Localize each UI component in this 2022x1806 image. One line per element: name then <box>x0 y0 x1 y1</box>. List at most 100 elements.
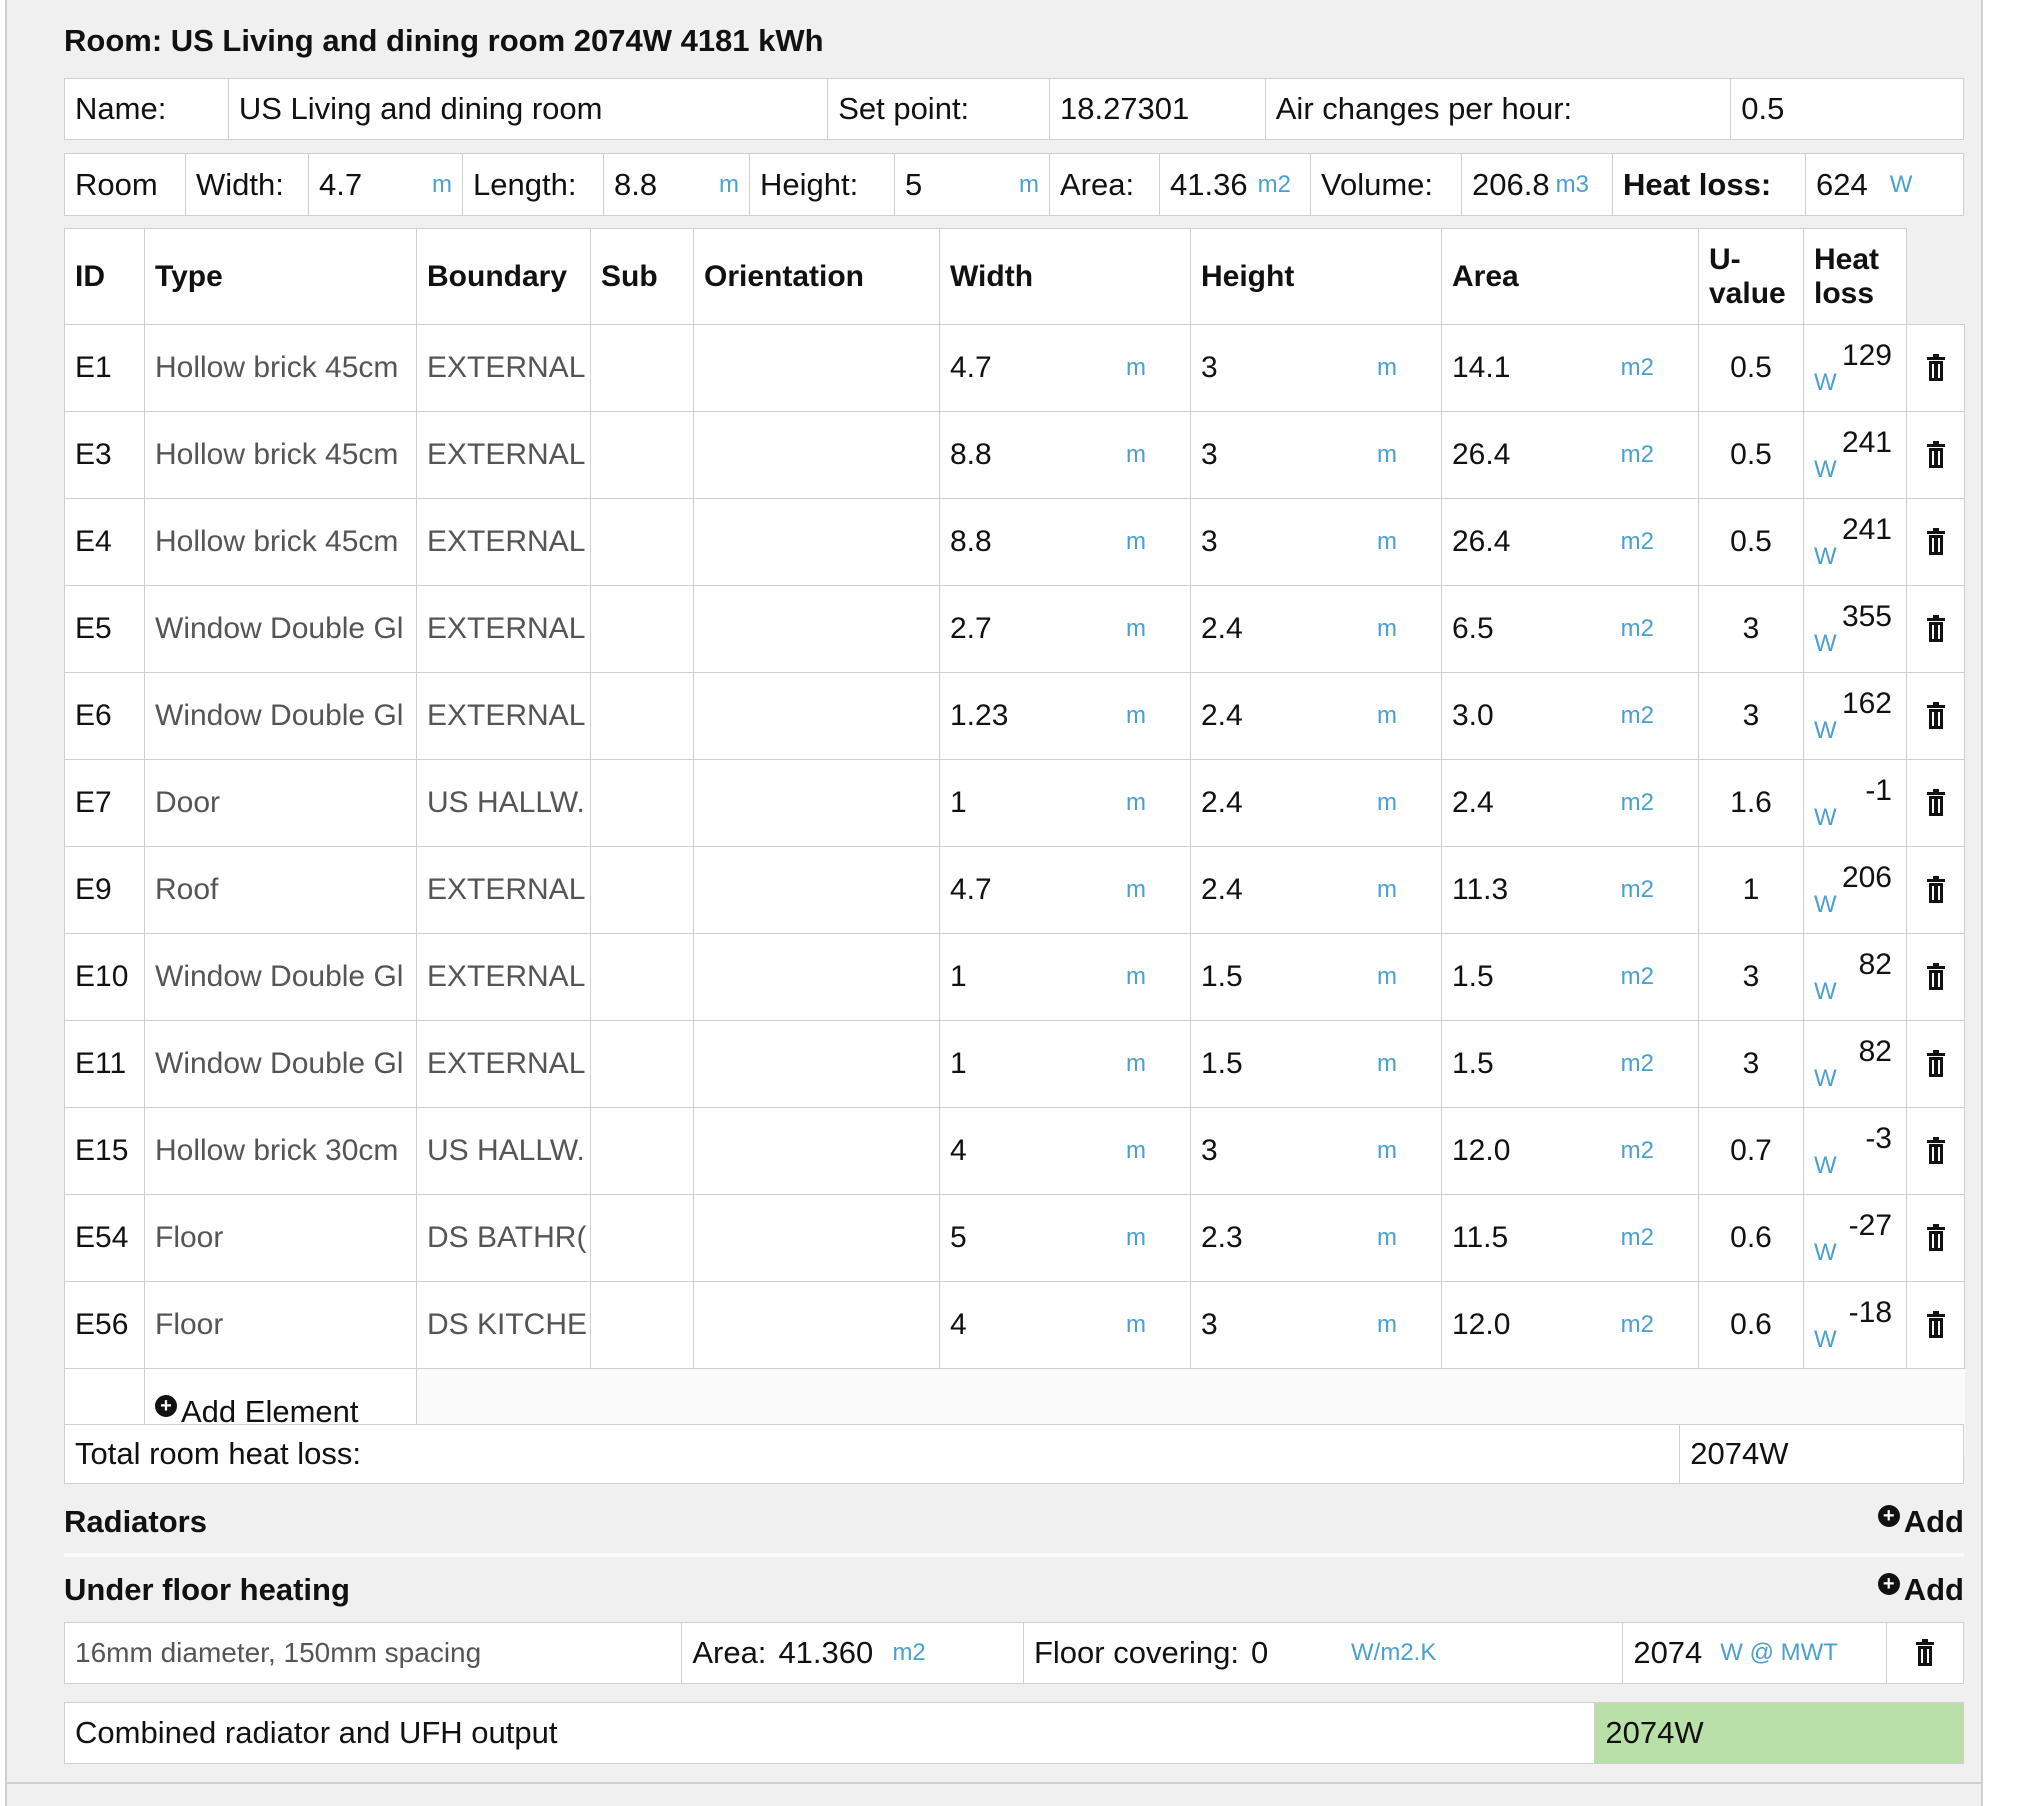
add-radiator-button[interactable]: + Add <box>1877 1504 1964 1540</box>
element-orientation-select[interactable] <box>693 324 940 412</box>
element-type-select[interactable]: Floor <box>144 1281 417 1369</box>
element-delete-button[interactable] <box>1906 324 1965 412</box>
element-type-select[interactable]: Roof <box>144 846 417 934</box>
element-height-input[interactable]: 2.3 m <box>1190 1194 1442 1282</box>
element-orientation-select[interactable] <box>693 672 940 760</box>
setpoint-input[interactable]: 18.27301 <box>1050 79 1266 139</box>
element-type-select[interactable]: Window Double Gl <box>144 585 417 673</box>
element-delete-button[interactable] <box>1906 1020 1965 1108</box>
width-input[interactable]: 4.7 m <box>309 154 463 215</box>
element-orientation-select[interactable] <box>693 585 940 673</box>
element-boundary-select[interactable]: EXTERNAL <box>416 672 591 760</box>
element-delete-button[interactable] <box>1906 411 1965 499</box>
ufh-area-input[interactable]: 41.360 <box>778 1635 874 1671</box>
element-orientation-select[interactable] <box>693 411 940 499</box>
element-sub-select[interactable] <box>590 1281 694 1369</box>
element-boundary-select[interactable]: US HALLW. <box>416 759 591 847</box>
radiators-section: Radiators + Add <box>64 1494 1964 1550</box>
element-delete-button[interactable] <box>1906 672 1965 760</box>
element-sub-select[interactable] <box>590 933 694 1021</box>
element-width-input[interactable]: 8.8 m <box>939 498 1191 586</box>
element-boundary-select[interactable]: EXTERNAL <box>416 846 591 934</box>
element-boundary-select[interactable]: DS BATHR( <box>416 1194 591 1282</box>
element-height-input[interactable]: 3m <box>1190 411 1442 499</box>
element-sub-select[interactable] <box>590 1194 694 1282</box>
element-type-select[interactable]: Window Double Gl <box>144 1020 417 1108</box>
element-width-input[interactable]: 1m <box>939 759 1191 847</box>
element-boundary-select[interactable]: EXTERNAL <box>416 324 591 412</box>
element-orientation-select[interactable] <box>693 1281 940 1369</box>
element-orientation-select[interactable] <box>693 933 940 1021</box>
element-height-input[interactable]: 3m <box>1190 1281 1442 1369</box>
element-width-input[interactable]: 2.7 m <box>939 585 1191 673</box>
name-input[interactable]: US Living and dining room <box>229 79 829 139</box>
length-input[interactable]: 8.8 m <box>604 154 750 215</box>
add-ufh-button[interactable]: + Add <box>1877 1572 1964 1608</box>
element-sub-select[interactable] <box>590 585 694 673</box>
element-sub-select[interactable] <box>590 324 694 412</box>
element-orientation-select[interactable] <box>693 498 940 586</box>
element-height-input[interactable]: 2.4 m <box>1190 759 1442 847</box>
ach-input[interactable]: 0.5 <box>1731 79 1963 139</box>
element-height-input[interactable]: 1.5 m <box>1190 1020 1442 1108</box>
element-type-select[interactable]: Floor <box>144 1194 417 1282</box>
element-boundary-select[interactable]: EXTERNAL <box>416 585 591 673</box>
element-width-input[interactable]: 4m <box>939 1107 1191 1195</box>
ufh-covering-input[interactable]: 0 <box>1251 1635 1345 1671</box>
element-width-input[interactable]: 5m <box>939 1194 1191 1282</box>
element-width-input[interactable]: 1m <box>939 933 1191 1021</box>
element-type-select[interactable]: Window Double Gl <box>144 672 417 760</box>
element-area: 26.4 m2 <box>1441 411 1699 499</box>
element-delete-button[interactable] <box>1906 1194 1965 1282</box>
element-sub-select[interactable] <box>590 759 694 847</box>
element-height-input[interactable]: 3m <box>1190 324 1442 412</box>
element-delete-button[interactable] <box>1906 585 1965 673</box>
element-type-select[interactable]: Hollow brick 30cm <box>144 1107 417 1195</box>
element-width-input[interactable]: 4m <box>939 1281 1191 1369</box>
element-sub-select[interactable] <box>590 1020 694 1108</box>
element-orientation-select[interactable] <box>693 1194 940 1282</box>
element-orientation-select[interactable] <box>693 846 940 934</box>
element-type-select[interactable]: Hollow brick 45cm <box>144 411 417 499</box>
element-type-select[interactable]: Window Double Gl <box>144 933 417 1021</box>
element-orientation-select[interactable] <box>693 1020 940 1108</box>
element-heatloss: 355 W <box>1803 585 1907 673</box>
element-height-input[interactable]: 2.4 m <box>1190 846 1442 934</box>
element-type-select[interactable]: Hollow brick 45cm <box>144 324 417 412</box>
element-boundary-select[interactable]: EXTERNAL <box>416 933 591 1021</box>
element-sub-select[interactable] <box>590 1107 694 1195</box>
element-type-select[interactable]: Door <box>144 759 417 847</box>
element-delete-button[interactable] <box>1906 498 1965 586</box>
table-row: E54 Floor DS BATHR(5 m 2.3 m 11.5 m2 0.6 -27 W <box>64 1194 1965 1282</box>
element-boundary-select[interactable]: US HALLW. <box>416 1107 591 1195</box>
element-delete-button[interactable] <box>1906 846 1965 934</box>
element-height-input[interactable]: 3m <box>1190 498 1442 586</box>
element-width-input[interactable]: 4.7 m <box>939 324 1191 412</box>
height-input[interactable]: 5m <box>895 154 1050 215</box>
element-width-input[interactable]: 1.23 m <box>939 672 1191 760</box>
element-delete-button[interactable] <box>1906 1281 1965 1369</box>
element-width-input[interactable]: 4.7 m <box>939 846 1191 934</box>
element-height-input[interactable]: 3m <box>1190 1107 1442 1195</box>
element-height-input[interactable]: 2.4 m <box>1190 672 1442 760</box>
element-width-input[interactable]: 8.8 m <box>939 411 1191 499</box>
element-delete-button[interactable] <box>1906 759 1965 847</box>
element-type-select[interactable]: Hollow brick 45cm <box>144 498 417 586</box>
element-sub-select[interactable] <box>590 846 694 934</box>
element-sub-select[interactable] <box>590 672 694 760</box>
element-height-input[interactable]: 1.5 m <box>1190 933 1442 1021</box>
element-delete-button[interactable] <box>1906 1107 1965 1195</box>
element-orientation-select[interactable] <box>693 759 940 847</box>
element-width-input[interactable]: 1m <box>939 1020 1191 1108</box>
element-delete-button[interactable] <box>1906 933 1965 1021</box>
element-boundary-select[interactable]: DS KITCHE <box>416 1281 591 1369</box>
element-boundary-select[interactable]: EXTERNAL <box>416 498 591 586</box>
element-sub-select[interactable] <box>590 411 694 499</box>
ufh-pipe-select[interactable]: 16mm diameter, 150mm spacing <box>65 1623 683 1683</box>
element-orientation-select[interactable] <box>693 1107 940 1195</box>
element-sub-select[interactable] <box>590 498 694 586</box>
element-boundary-select[interactable]: EXTERNAL <box>416 1020 591 1108</box>
ufh-delete-button[interactable] <box>1887 1623 1963 1683</box>
element-boundary-select[interactable]: EXTERNAL <box>416 411 591 499</box>
element-height-input[interactable]: 2.4 m <box>1190 585 1442 673</box>
